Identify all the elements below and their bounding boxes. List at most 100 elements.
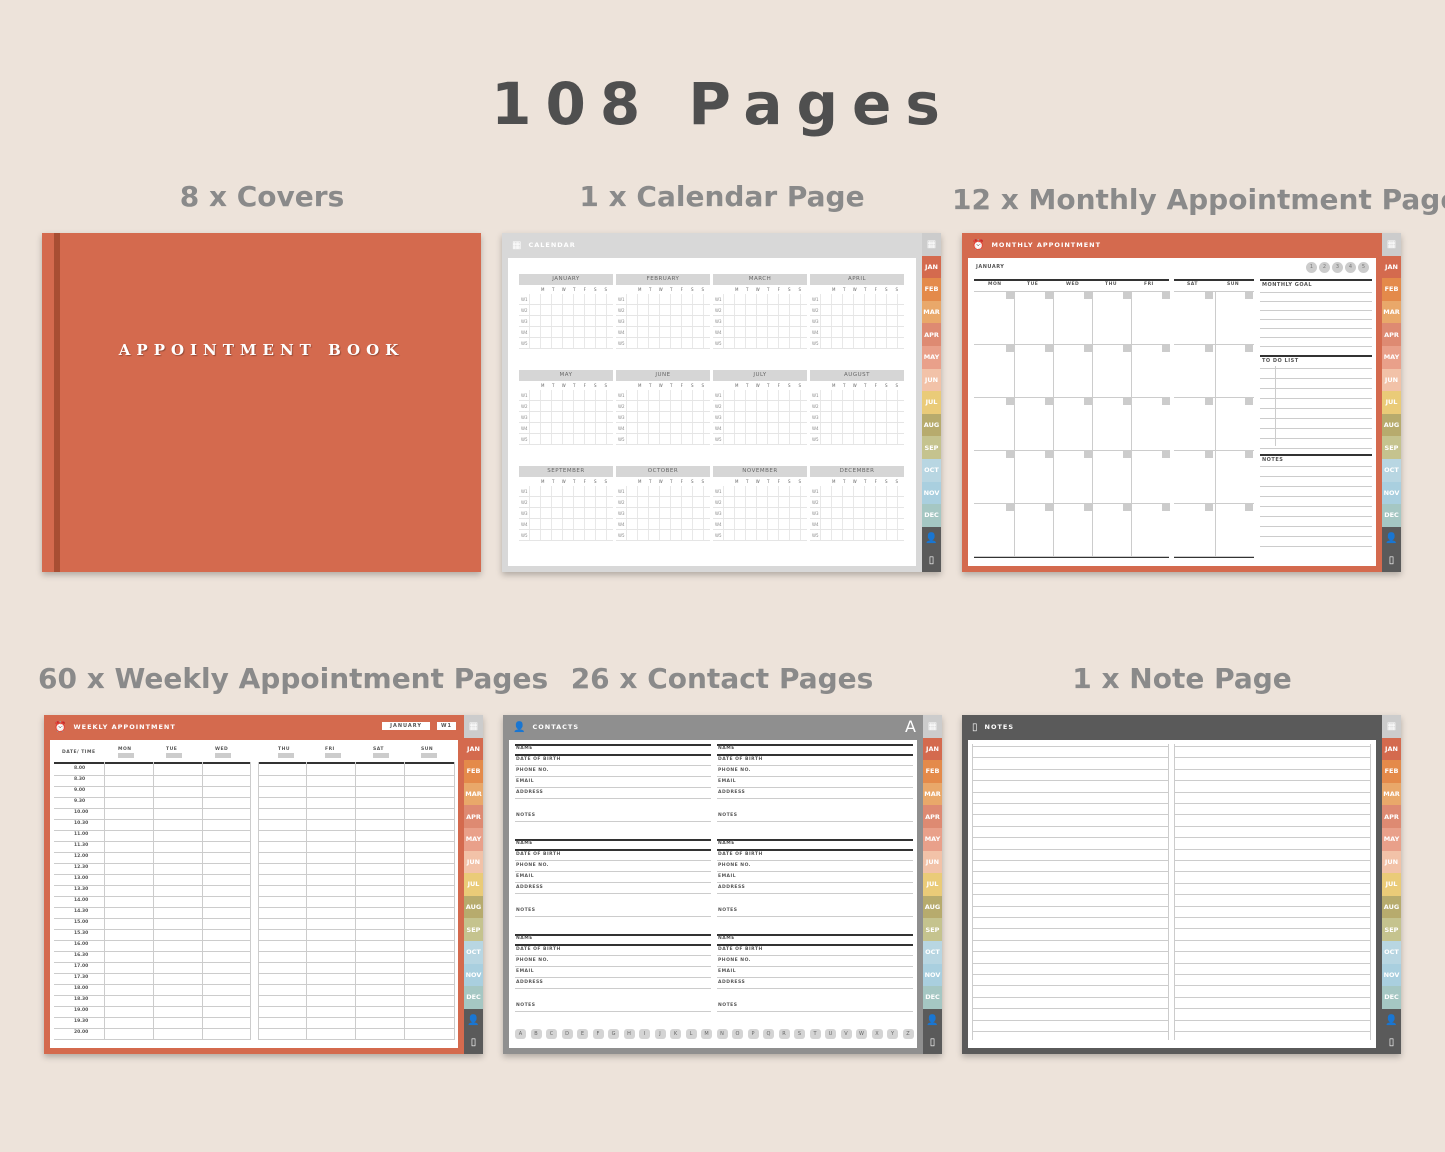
tab-apr[interactable]: APR: [923, 805, 942, 828]
alphabet-tab[interactable]: T: [809, 1029, 821, 1039]
tab-jan[interactable]: JAN: [922, 255, 941, 279]
alphabet-tab[interactable]: G: [608, 1029, 619, 1039]
tab-aug[interactable]: AUG: [464, 895, 483, 919]
month-chip[interactable]: JANUARY: [382, 722, 430, 730]
page-badge[interactable]: 4: [1345, 262, 1356, 273]
tab-nov[interactable]: NOV: [922, 481, 941, 505]
tab-may[interactable]: MAY: [923, 827, 942, 851]
alphabet-tab[interactable]: I: [639, 1029, 650, 1039]
tab-sep[interactable]: SEP: [922, 436, 941, 459]
alphabet-tab[interactable]: K: [670, 1029, 681, 1039]
tab-may[interactable]: MAY: [464, 827, 483, 851]
alphabet-tab[interactable]: H: [623, 1029, 635, 1039]
alphabet-tab[interactable]: D: [561, 1029, 573, 1039]
tab-jul[interactable]: JUL: [922, 391, 941, 414]
tab-nov[interactable]: NOV: [1382, 481, 1401, 505]
tab-apr[interactable]: APR: [464, 805, 483, 828]
page-badge[interactable]: 2: [1319, 262, 1330, 273]
alphabet-tab[interactable]: X: [871, 1029, 883, 1039]
calendar-tab-icon[interactable]: ▦: [922, 233, 941, 256]
contacts-tab-icon[interactable]: 👤: [922, 526, 941, 550]
tab-feb[interactable]: FEB: [1382, 760, 1401, 783]
alphabet-tab[interactable]: S: [794, 1029, 805, 1039]
tab-jul[interactable]: JUL: [464, 873, 483, 896]
tab-apr[interactable]: APR: [1382, 805, 1401, 828]
tab-sep[interactable]: SEP: [464, 918, 483, 941]
tab-aug[interactable]: AUG: [922, 413, 941, 437]
alphabet-tab[interactable]: A: [515, 1029, 526, 1039]
alphabet-tab[interactable]: Z: [902, 1029, 914, 1039]
tab-mar[interactable]: MAR: [464, 782, 483, 806]
alphabet-tab[interactable]: N: [716, 1029, 728, 1039]
notes-tab-icon[interactable]: ▯: [464, 1031, 483, 1054]
tab-oct[interactable]: OCT: [1382, 458, 1401, 482]
tab-sep[interactable]: SEP: [923, 918, 942, 941]
tab-feb[interactable]: FEB: [464, 760, 483, 783]
alphabet-tab[interactable]: J: [654, 1029, 666, 1039]
tab-aug[interactable]: AUG: [1382, 413, 1401, 437]
notes-tab-icon[interactable]: ▯: [922, 549, 941, 572]
alphabet-tab[interactable]: F: [592, 1029, 604, 1039]
tab-jan[interactable]: JAN: [1382, 255, 1401, 279]
tab-jun[interactable]: JUN: [1382, 368, 1401, 392]
tab-mar[interactable]: MAR: [1382, 782, 1401, 806]
notes-tab-icon[interactable]: ▯: [1382, 549, 1401, 572]
tab-nov[interactable]: NOV: [464, 963, 483, 987]
tab-sep[interactable]: SEP: [1382, 436, 1401, 459]
tab-nov[interactable]: NOV: [923, 963, 942, 987]
tab-nov[interactable]: NOV: [1382, 963, 1401, 987]
tab-may[interactable]: MAY: [1382, 345, 1401, 369]
page-badge[interactable]: 5: [1358, 262, 1369, 273]
tab-jun[interactable]: JUN: [464, 850, 483, 874]
tab-jul[interactable]: JUL: [1382, 873, 1401, 896]
alphabet-tab[interactable]: V: [840, 1029, 852, 1039]
tab-dec[interactable]: DEC: [922, 504, 941, 527]
page-badge[interactable]: 3: [1332, 262, 1343, 273]
contacts-tab-icon[interactable]: 👤: [1382, 1008, 1401, 1032]
calendar-tab-icon[interactable]: ▦: [1382, 715, 1401, 738]
tab-sep[interactable]: SEP: [1382, 918, 1401, 941]
tab-apr[interactable]: APR: [922, 323, 941, 346]
tab-jul[interactable]: JUL: [1382, 391, 1401, 414]
tab-jun[interactable]: JUN: [1382, 850, 1401, 874]
tab-jan[interactable]: JAN: [464, 737, 483, 761]
alphabet-tab[interactable]: U: [825, 1029, 836, 1039]
alphabet-tab[interactable]: W: [856, 1029, 867, 1039]
contacts-tab-icon[interactable]: 👤: [1382, 526, 1401, 550]
tab-dec[interactable]: DEC: [1382, 504, 1401, 527]
alphabet-tab[interactable]: M: [701, 1029, 712, 1039]
week-chip[interactable]: W1: [437, 722, 456, 730]
tab-mar[interactable]: MAR: [922, 300, 941, 324]
tab-dec[interactable]: DEC: [923, 986, 942, 1009]
tab-mar[interactable]: MAR: [1382, 300, 1401, 324]
tab-feb[interactable]: FEB: [923, 760, 942, 783]
calendar-tab-icon[interactable]: ▦: [1382, 233, 1401, 256]
tab-jun[interactable]: JUN: [922, 368, 941, 392]
alphabet-tab[interactable]: C: [546, 1029, 557, 1039]
tab-aug[interactable]: AUG: [1382, 895, 1401, 919]
calendar-tab-icon[interactable]: ▦: [464, 715, 483, 738]
tab-apr[interactable]: APR: [1382, 323, 1401, 346]
alphabet-tab[interactable]: Q: [763, 1029, 774, 1039]
tab-may[interactable]: MAY: [1382, 827, 1401, 851]
tab-jun[interactable]: JUN: [923, 850, 942, 874]
tab-dec[interactable]: DEC: [464, 986, 483, 1009]
alphabet-tab[interactable]: B: [530, 1029, 542, 1039]
contacts-tab-icon[interactable]: 👤: [923, 1008, 942, 1032]
tab-jul[interactable]: JUL: [923, 873, 942, 896]
alphabet-tab[interactable]: L: [685, 1029, 697, 1039]
contacts-tab-icon[interactable]: 👤: [464, 1008, 483, 1032]
tab-feb[interactable]: FEB: [922, 278, 941, 301]
alphabet-tab[interactable]: R: [778, 1029, 790, 1039]
tab-oct[interactable]: OCT: [464, 940, 483, 964]
notes-tab-icon[interactable]: ▯: [923, 1031, 942, 1054]
tab-mar[interactable]: MAR: [923, 782, 942, 806]
tab-jan[interactable]: JAN: [923, 737, 942, 761]
tab-feb[interactable]: FEB: [1382, 278, 1401, 301]
tab-oct[interactable]: OCT: [922, 458, 941, 482]
notes-tab-icon[interactable]: ▯: [1382, 1031, 1401, 1054]
tab-oct[interactable]: OCT: [1382, 940, 1401, 964]
tab-may[interactable]: MAY: [922, 345, 941, 369]
alphabet-tab[interactable]: O: [732, 1029, 743, 1039]
tab-oct[interactable]: OCT: [923, 940, 942, 964]
